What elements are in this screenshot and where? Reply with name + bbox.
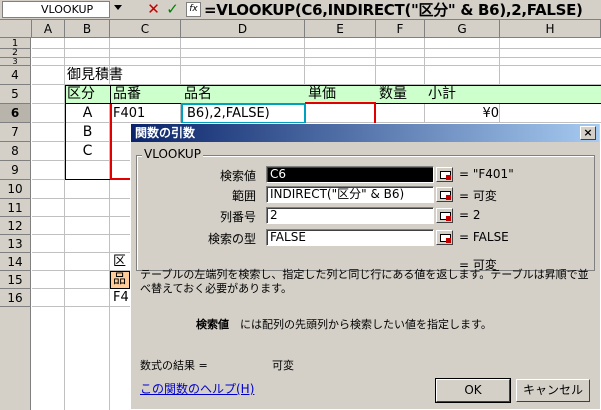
enter-icon[interactable]: ✓: [165, 2, 180, 17]
collapse-dialog-icon[interactable]: [436, 230, 453, 245]
cell-b8[interactable]: C: [65, 142, 110, 161]
insert-function-icon[interactable]: fx: [186, 2, 201, 17]
arg-result-table-array: = 可変: [459, 189, 497, 203]
row-header-3[interactable]: 3: [0, 58, 31, 66]
column-header-e[interactable]: E: [305, 20, 376, 38]
name-box[interactable]: VLOOKUP: [2, 1, 110, 18]
arg-result-col-index: = 2: [459, 208, 481, 222]
column-header-h[interactable]: H: [500, 20, 601, 38]
dialog-title-bar[interactable]: 関数の引数: [131, 124, 599, 142]
arg-input-col-index[interactable]: 2: [266, 207, 434, 224]
function-description: テーブルの左端列を検索し、指定した列と同じ行にある値を返します。テーブルは昇順で…: [140, 268, 589, 295]
column-header-c[interactable]: C: [110, 20, 181, 38]
cell-c14[interactable]: 区: [113, 253, 126, 271]
collapse-dialog-icon[interactable]: [436, 208, 453, 223]
row-header-filler: [0, 307, 31, 410]
header-suryo[interactable]: 数量: [379, 85, 407, 104]
table-bottom-border: [65, 179, 110, 180]
column-header-f[interactable]: F: [376, 20, 425, 38]
close-icon[interactable]: ×: [580, 126, 596, 140]
function-help-link[interactable]: この関数のヘルプ(H): [140, 380, 254, 397]
column-header-g[interactable]: G: [425, 20, 500, 38]
row-header-16[interactable]: 16: [0, 289, 31, 307]
row-header-5[interactable]: 5: [0, 85, 31, 104]
row-header-14[interactable]: 14: [0, 253, 31, 271]
cell-d6-text: B6),2,FALSE): [187, 106, 270, 121]
ok-button[interactable]: OK: [435, 378, 511, 403]
formula-input[interactable]: =VLOOKUP(C6,INDIRECT("区分" & B6),2,FALSE): [204, 0, 583, 20]
arg-label-range-lookup: 検索の型: [207, 232, 256, 246]
header-hinban[interactable]: 品番: [113, 85, 141, 104]
sheet-title: 御見積書: [67, 67, 123, 83]
row-header-9[interactable]: 9: [0, 161, 31, 180]
name-box-dropdown-icon[interactable]: [114, 5, 122, 10]
arg-result-range-lookup: = FALSE: [459, 230, 509, 244]
range-highlight-bottom: [110, 178, 132, 180]
collapse-dialog-icon[interactable]: [436, 187, 453, 202]
range-highlight-e-right: [374, 102, 376, 124]
cancel-icon[interactable]: ✕: [146, 2, 161, 17]
formula-result-value: 可変: [272, 359, 294, 372]
cell-g6[interactable]: ¥0: [425, 104, 499, 123]
range-highlight-e-top: [305, 102, 376, 104]
arg-input-lookup-value[interactable]: C6: [266, 166, 434, 183]
cell-c15[interactable]: 品: [113, 271, 126, 289]
row-header-6[interactable]: 6: [0, 104, 31, 123]
arg-label-col-index: 列番号: [219, 210, 256, 224]
column-header-d[interactable]: D: [181, 20, 305, 38]
formula-result-label: 数式の結果 =: [140, 359, 208, 372]
argument-help-text: には配列の先頭列から検索したい値を指定します。: [240, 318, 492, 331]
function-name-label: VLOOKUP: [142, 147, 203, 161]
dialog-title: 関数の引数: [135, 126, 196, 140]
arg-input-range-lookup[interactable]: FALSE: [266, 229, 434, 246]
cell-b6[interactable]: A: [65, 104, 110, 123]
arg-result-lookup-value: = "F401": [459, 167, 514, 181]
header-shokei[interactable]: 小計: [428, 85, 456, 104]
row-header-15[interactable]: 15: [0, 271, 31, 289]
cell-c16[interactable]: F4: [113, 289, 129, 307]
range-highlight-left: [110, 104, 112, 180]
row-header-10[interactable]: 10: [0, 180, 31, 199]
row-header-13[interactable]: 13: [0, 235, 31, 253]
column-header-a[interactable]: A: [32, 20, 65, 38]
collapse-dialog-icon[interactable]: [436, 167, 453, 182]
row-header-7[interactable]: 7: [0, 123, 31, 142]
cell-b7[interactable]: B: [65, 123, 110, 142]
argument-help-name: 検索値: [196, 318, 229, 331]
arg-input-table-array[interactable]: INDIRECT("区分" & B6): [266, 186, 434, 203]
row-header-8[interactable]: 8: [0, 142, 31, 161]
header-kubun[interactable]: 区分: [67, 85, 95, 104]
cancel-button[interactable]: キャンセル: [516, 379, 590, 402]
row-header-12[interactable]: 12: [0, 217, 31, 235]
arg-label-lookup-value: 検索値: [219, 169, 256, 183]
row-header-4[interactable]: 4: [0, 66, 31, 85]
row-header-11[interactable]: 11: [0, 199, 31, 217]
select-all-corner[interactable]: [0, 20, 32, 38]
cell-c6[interactable]: F401: [113, 104, 145, 123]
arg-label-table-array: 範囲: [231, 189, 256, 203]
column-header-b[interactable]: B: [65, 20, 110, 38]
header-hinmei[interactable]: 品名: [184, 85, 212, 104]
